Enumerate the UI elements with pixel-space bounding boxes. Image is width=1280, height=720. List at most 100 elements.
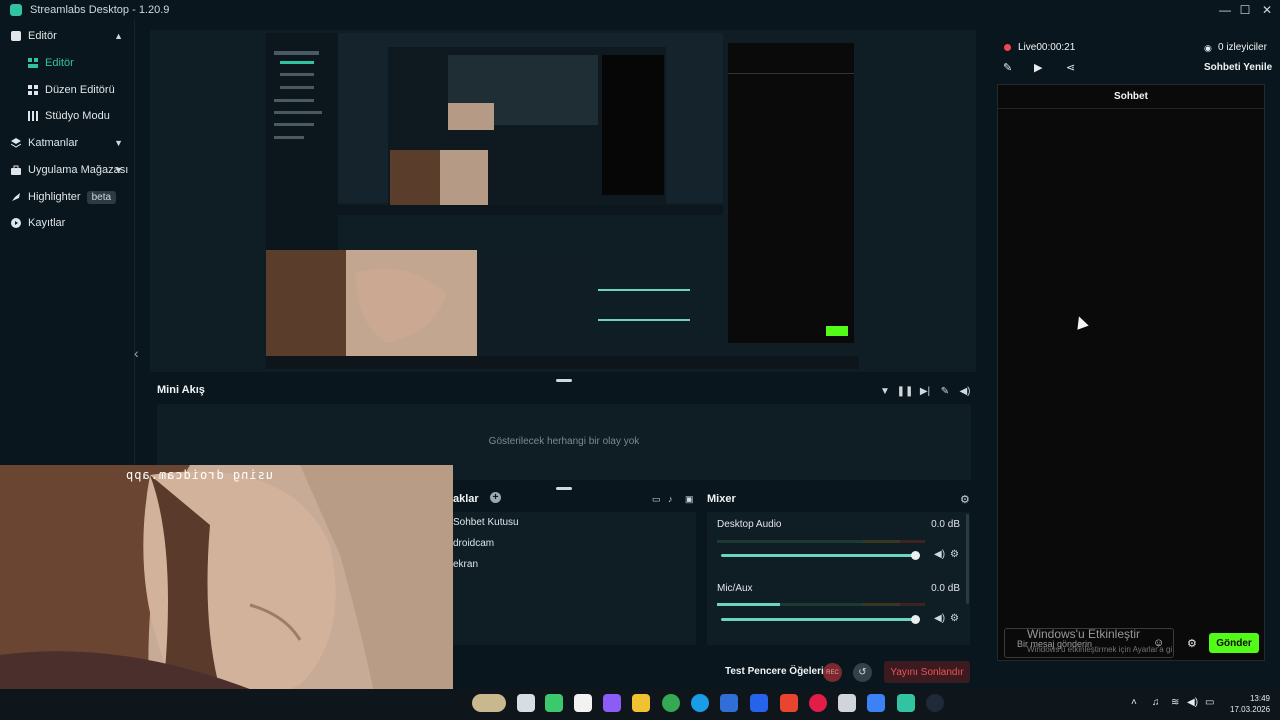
editor-sub-icon [28, 58, 38, 68]
sidebar-item-recordings[interactable]: Kayıtlar [0, 210, 135, 236]
end-stream-button[interactable]: Yayını Sonlandır [884, 661, 970, 683]
studio-icon [28, 111, 38, 121]
viewer-count: 0 izleyiciler [1218, 42, 1267, 53]
sidebar-item-label: Highlighter [28, 191, 81, 203]
scene-switch-icon[interactable]: ▶ [1034, 61, 1042, 74]
notepad-icon[interactable] [838, 694, 856, 712]
wifi-icon[interactable]: ≋ [1171, 697, 1179, 708]
windows-activation-subtitle: Windows'u etkinleştirmek için Ayarlar'a … [1027, 645, 1173, 654]
microphone-icon[interactable]: ♫ [1152, 697, 1160, 708]
weather-widget-icon[interactable] [472, 694, 506, 712]
pause-icon[interactable]: ❚❚ [897, 384, 914, 398]
resize-handle[interactable] [556, 379, 572, 382]
mixer-settings-icon[interactable]: ⚙ [960, 493, 970, 506]
sidebar-item-layout-editor[interactable]: Düzen Editörü [0, 77, 135, 103]
send-button[interactable]: Gönder [1209, 633, 1259, 653]
stream-preview[interactable] [266, 33, 859, 369]
preview-screen-image [266, 33, 859, 369]
source-item[interactable]: Sohbet Kutusu [453, 517, 519, 528]
sidebar-item-editor-group[interactable]: Editör ▲ [0, 23, 135, 49]
recordings-icon [11, 218, 21, 228]
mixer-channel-db: 0.0 dB [931, 583, 960, 594]
live-status: Live00:00:21 [1018, 42, 1076, 53]
channel-settings-icon[interactable]: ⚙ [950, 613, 959, 624]
filter-icon[interactable]: ▼ [878, 384, 892, 398]
refresh-chat-button[interactable]: Sohbeti Yenile [1204, 62, 1272, 73]
sidebar-item-highlighter[interactable]: Highlighter beta [0, 184, 135, 210]
explorer-icon[interactable] [632, 694, 650, 712]
maximize-button[interactable]: ☐ [1234, 2, 1256, 18]
window-title: Streamlabs Desktop - 1.20.9 [30, 4, 170, 16]
mixer-channel-name: Desktop Audio [717, 519, 782, 530]
skip-icon[interactable]: ▶| [918, 384, 932, 398]
webcam-image [0, 465, 453, 720]
sidebar-item-app-store[interactable]: Uygulama Mağazası ▼ [0, 157, 135, 183]
record-button[interactable]: REC [823, 663, 842, 682]
streamlabs-taskbar-icon[interactable] [897, 694, 915, 712]
minifeed-title: Mini Akış [157, 384, 205, 396]
tray-chevron-icon[interactable]: ˄ [1131, 697, 1137, 708]
source-item[interactable]: droidcam [453, 538, 494, 549]
mixer-title: Mixer [707, 493, 736, 505]
store-app-icon[interactable] [574, 694, 592, 712]
audio-source-icon[interactable]: ♪ [668, 494, 673, 504]
minimize-button[interactable]: — [1214, 2, 1236, 18]
volume-slider[interactable] [721, 618, 917, 621]
outlook-icon[interactable] [720, 694, 738, 712]
speaker-icon[interactable]: ◀) [934, 613, 945, 624]
webcam-overlay: using droidcam.app [0, 465, 453, 720]
beta-badge: beta [86, 190, 117, 204]
speaker-icon[interactable]: ◀) [934, 549, 945, 560]
sidebar-item-label: Kayıtlar [28, 217, 66, 229]
play-app-icon[interactable] [545, 694, 563, 712]
brave-icon[interactable] [780, 694, 798, 712]
taskbar-clock[interactable]: 13:49 17.03.2026 [1230, 693, 1270, 715]
edit-stream-icon[interactable]: ✎ [1003, 61, 1012, 74]
volume-slider-knob[interactable] [911, 615, 920, 624]
sources-panel [453, 512, 696, 645]
mute-alerts-icon[interactable]: ✎ [938, 384, 952, 398]
source-item[interactable]: ekran [453, 559, 478, 570]
close-button[interactable]: ✕ [1256, 2, 1278, 18]
folder-icon[interactable]: ▣ [685, 494, 694, 505]
chat-settings-icon[interactable]: ⚙ [1187, 637, 1197, 650]
battery-icon[interactable]: ▭ [1205, 697, 1214, 708]
volume-slider-knob[interactable] [911, 551, 920, 560]
resize-handle[interactable] [556, 487, 572, 490]
mixer-scrollbar[interactable] [966, 514, 969, 604]
edge-icon[interactable] [691, 694, 709, 712]
copilot-icon[interactable] [603, 694, 621, 712]
sidebar-item-layers[interactable]: Katmanlar ▼ [0, 130, 135, 156]
layers-icon [11, 138, 21, 148]
audio-level-fill [717, 603, 780, 606]
add-source-icon[interactable]: + [490, 492, 501, 503]
chat-panel: Sohbet [997, 84, 1265, 661]
store-icon [11, 165, 21, 175]
chat-title: Sohbet [998, 85, 1264, 109]
chevron-down-icon: ▼ [114, 165, 123, 175]
volume-slider[interactable] [721, 554, 917, 557]
file-manager-icon[interactable] [517, 694, 535, 712]
teams-icon[interactable] [750, 694, 768, 712]
eye-icon: ◉ [1204, 43, 1212, 53]
opera-icon[interactable] [809, 694, 827, 712]
test-widgets-label[interactable]: Test Pencere Öğeleri [725, 666, 824, 677]
title-bar: Streamlabs Desktop - 1.20.9 — ☐ ✕ [0, 0, 1280, 20]
obs-icon[interactable] [926, 694, 944, 712]
channel-settings-icon[interactable]: ⚙ [950, 549, 959, 560]
chrome-icon[interactable] [662, 694, 680, 712]
minifeed-empty-text: Gösterilecek herhangi bir olay yok [488, 436, 640, 447]
share-icon[interactable]: ⋖ [1066, 61, 1075, 74]
live-indicator-dot [1004, 44, 1011, 51]
mixer-channel-db: 0.0 dB [931, 519, 960, 530]
volume-icon[interactable]: ◀) [958, 384, 972, 398]
sidebar-item-editor[interactable]: Editör [0, 50, 135, 76]
speaker-tray-icon[interactable]: ◀) [1187, 697, 1198, 708]
sidebar-item-studio-mode[interactable]: Stüdyo Modu [0, 103, 135, 129]
sidebar-item-label: Düzen Editörü [45, 84, 115, 96]
todo-icon[interactable] [867, 694, 885, 712]
chevron-down-icon: ▼ [114, 138, 123, 148]
replay-buffer-button[interactable]: ↺ [853, 663, 872, 682]
collapse-left-icon[interactable]: ‹ [134, 345, 139, 361]
scene-view-icon[interactable]: ▭ [652, 494, 661, 505]
